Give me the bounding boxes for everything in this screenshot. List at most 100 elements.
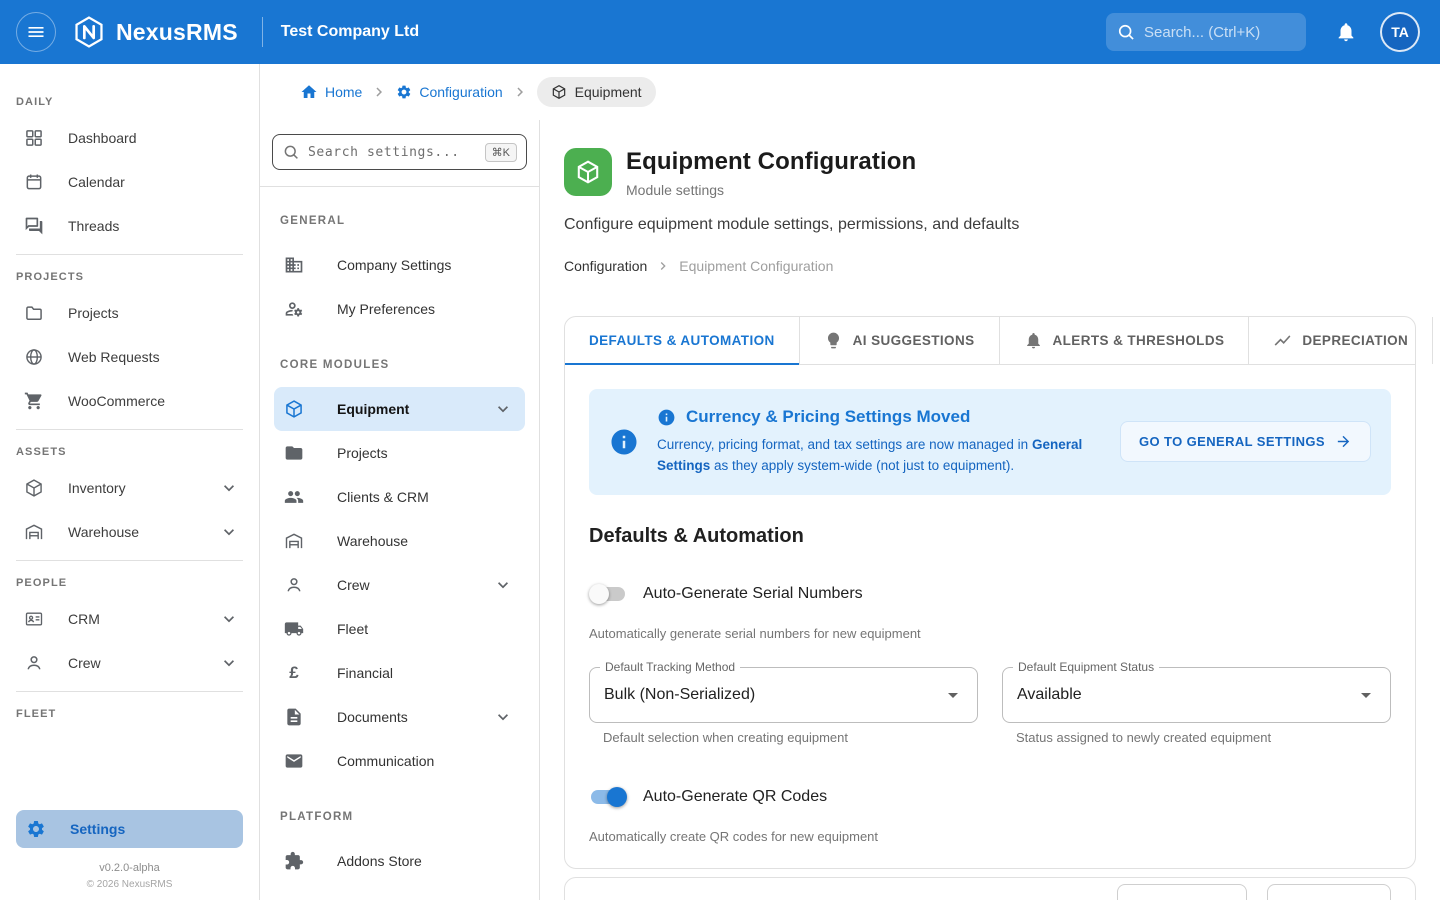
- sidebar-item-woocommerce[interactable]: WooCommerce: [0, 379, 259, 423]
- toggle-help-text: Automatically create QR codes for new eq…: [589, 829, 1391, 844]
- breadcrumb-configuration[interactable]: Configuration: [396, 84, 502, 100]
- bell-icon: [1024, 331, 1043, 350]
- alert-title-row: Currency & Pricing Settings Moved: [657, 407, 1102, 427]
- tab-defaults-automation[interactable]: DEFAULTS & AUTOMATION: [565, 317, 800, 364]
- settings-nav-item-equipment[interactable]: Equipment: [274, 387, 525, 431]
- sidebar-item-dashboard[interactable]: Dashboard: [0, 116, 259, 160]
- chevron-down-icon[interactable]: [219, 522, 239, 542]
- company-name: Test Company Ltd: [281, 23, 419, 41]
- sidebar-item-threads[interactable]: Threads: [0, 204, 259, 248]
- sidebar-item-label: Web Requests: [68, 349, 160, 365]
- qr-codes-toggle-row: Auto-Generate QR Codes: [589, 787, 1391, 807]
- alert-title: Currency & Pricing Settings Moved: [686, 407, 970, 427]
- partially-visible-button[interactable]: [1267, 884, 1391, 900]
- main-sidebar: DAILY Dashboard Calendar Threads PROJECT…: [0, 64, 260, 900]
- alert-body-text: Currency, pricing format, and tax settin…: [657, 437, 1032, 452]
- breadcrumb-equipment-chip[interactable]: Equipment: [537, 77, 656, 107]
- sidebar-item-warehouse[interactable]: Warehouse: [0, 510, 259, 554]
- sidebar-item-label: Dashboard: [68, 130, 137, 146]
- settings-nav-label: Addons Store: [337, 853, 422, 869]
- global-search[interactable]: [1106, 13, 1306, 51]
- trending-chart-icon: [1273, 331, 1292, 350]
- breadcrumb: Home Configuration Equipment: [260, 64, 1440, 120]
- settings-nav-item-fleet[interactable]: Fleet: [274, 607, 525, 651]
- settings-nav-item-financial[interactable]: £ Financial: [274, 651, 525, 695]
- settings-nav-label: Warehouse: [337, 533, 408, 549]
- sub-breadcrumb-parent[interactable]: Configuration: [564, 258, 647, 274]
- settings-nav-item-documents[interactable]: Documents: [274, 695, 525, 739]
- field-label: Default Tracking Method: [600, 660, 740, 674]
- divider: [16, 560, 243, 561]
- go-to-general-settings-button[interactable]: GO TO GENERAL SETTINGS: [1120, 421, 1371, 462]
- chevron-right-icon: [511, 83, 529, 101]
- sidebar-item-crew[interactable]: Crew: [0, 641, 259, 685]
- breadcrumb-configuration-label: Configuration: [419, 84, 502, 100]
- equipment-status-select[interactable]: Default Equipment Status Available: [1002, 667, 1391, 723]
- chevron-down-icon[interactable]: [493, 707, 513, 727]
- sidebar-item-label: CRM: [68, 611, 100, 627]
- settings-nav-item-warehouse[interactable]: Warehouse: [274, 519, 525, 563]
- sidebar-footer: v0.2.0-alpha © 2026 NexusRMS: [0, 862, 259, 890]
- globe-icon: [24, 347, 44, 367]
- chevron-down-icon[interactable]: [219, 653, 239, 673]
- settings-nav-label: Crew: [337, 577, 370, 593]
- info-icon: [657, 408, 676, 427]
- settings-nav-item-projects[interactable]: Projects: [274, 431, 525, 475]
- person-icon: [24, 653, 44, 673]
- chevron-down-icon[interactable]: [493, 575, 513, 595]
- settings-nav-item-clients-crm[interactable]: Clients & CRM: [274, 475, 525, 519]
- chevron-down-icon[interactable]: [219, 609, 239, 629]
- sidebar-item-calendar[interactable]: Calendar: [0, 160, 259, 204]
- field-help-text: Status assigned to newly created equipme…: [1016, 730, 1391, 745]
- app-version: v0.2.0-alpha: [0, 862, 259, 874]
- tab-depreciation[interactable]: DEPRECIATION: [1249, 317, 1433, 364]
- settings-nav-item-communication[interactable]: Communication: [274, 739, 525, 783]
- field-help-text: Default selection when creating equipmen…: [603, 730, 978, 745]
- user-avatar[interactable]: TA: [1380, 12, 1420, 52]
- app-logo[interactable]: NexusRMS: [72, 15, 238, 49]
- sidebar-item-label: Threads: [68, 218, 119, 234]
- sidebar-item-settings[interactable]: Settings: [16, 810, 243, 848]
- tab-ai-suggestions[interactable]: AI SUGGESTIONS: [800, 317, 1000, 364]
- section-label-daily: DAILY: [16, 96, 243, 108]
- partially-visible-button[interactable]: [1117, 884, 1247, 900]
- tab-alerts-thresholds[interactable]: ALERTS & THRESHOLDS: [1000, 317, 1250, 364]
- global-search-input[interactable]: [1144, 24, 1296, 41]
- breadcrumb-home[interactable]: Home: [300, 83, 362, 101]
- chevron-down-icon[interactable]: [219, 478, 239, 498]
- settings-group-core-modules: CORE MODULES: [280, 359, 523, 371]
- notifications-button[interactable]: [1326, 12, 1366, 52]
- auto-generate-serials-toggle[interactable]: [589, 584, 627, 604]
- sub-breadcrumb: Configuration Equipment Configuration: [564, 258, 1416, 274]
- default-fields-row: Default Tracking Method Bulk (Non-Serial…: [589, 667, 1391, 745]
- folder-icon: [284, 443, 304, 463]
- lightbulb-icon: [824, 331, 843, 350]
- next-section-card: [564, 877, 1416, 900]
- sidebar-item-projects[interactable]: Projects: [0, 291, 259, 335]
- tracking-method-field: Default Tracking Method Bulk (Non-Serial…: [589, 667, 978, 745]
- sidebar-item-crm[interactable]: CRM: [0, 597, 259, 641]
- settings-search-input[interactable]: [308, 145, 477, 160]
- sidebar-item-label: Projects: [68, 305, 119, 321]
- sidebar-item-inventory[interactable]: Inventory: [0, 466, 259, 510]
- auto-generate-qr-toggle[interactable]: [589, 787, 627, 807]
- cube-icon: [575, 159, 601, 185]
- breadcrumb-equipment-label: Equipment: [575, 84, 642, 100]
- settings-card: DEFAULTS & AUTOMATION AI SUGGESTIONS ALE…: [564, 316, 1416, 869]
- settings-nav-item-company-settings[interactable]: Company Settings: [274, 243, 525, 287]
- settings-search[interactable]: ⌘K: [272, 134, 527, 170]
- sidebar-item-label: Inventory: [68, 480, 126, 496]
- people-icon: [284, 487, 304, 507]
- chevron-down-icon[interactable]: [493, 399, 513, 419]
- settings-nav-label: Fleet: [337, 621, 368, 637]
- sidebar-item-web-requests[interactable]: Web Requests: [0, 335, 259, 379]
- sidebar-item-label: Crew: [68, 655, 101, 671]
- settings-nav-item-addons-store[interactable]: Addons Store: [274, 839, 525, 883]
- settings-nav-item-my-preferences[interactable]: My Preferences: [274, 287, 525, 331]
- brand-name: NexusRMS: [116, 19, 238, 46]
- tracking-method-select[interactable]: Default Tracking Method Bulk (Non-Serial…: [589, 667, 978, 723]
- dropdown-arrow-icon: [941, 683, 965, 707]
- alert-body-text: as they apply system-wide (not just to e…: [710, 458, 1014, 473]
- menu-button[interactable]: [16, 12, 56, 52]
- settings-nav-item-crew[interactable]: Crew: [274, 563, 525, 607]
